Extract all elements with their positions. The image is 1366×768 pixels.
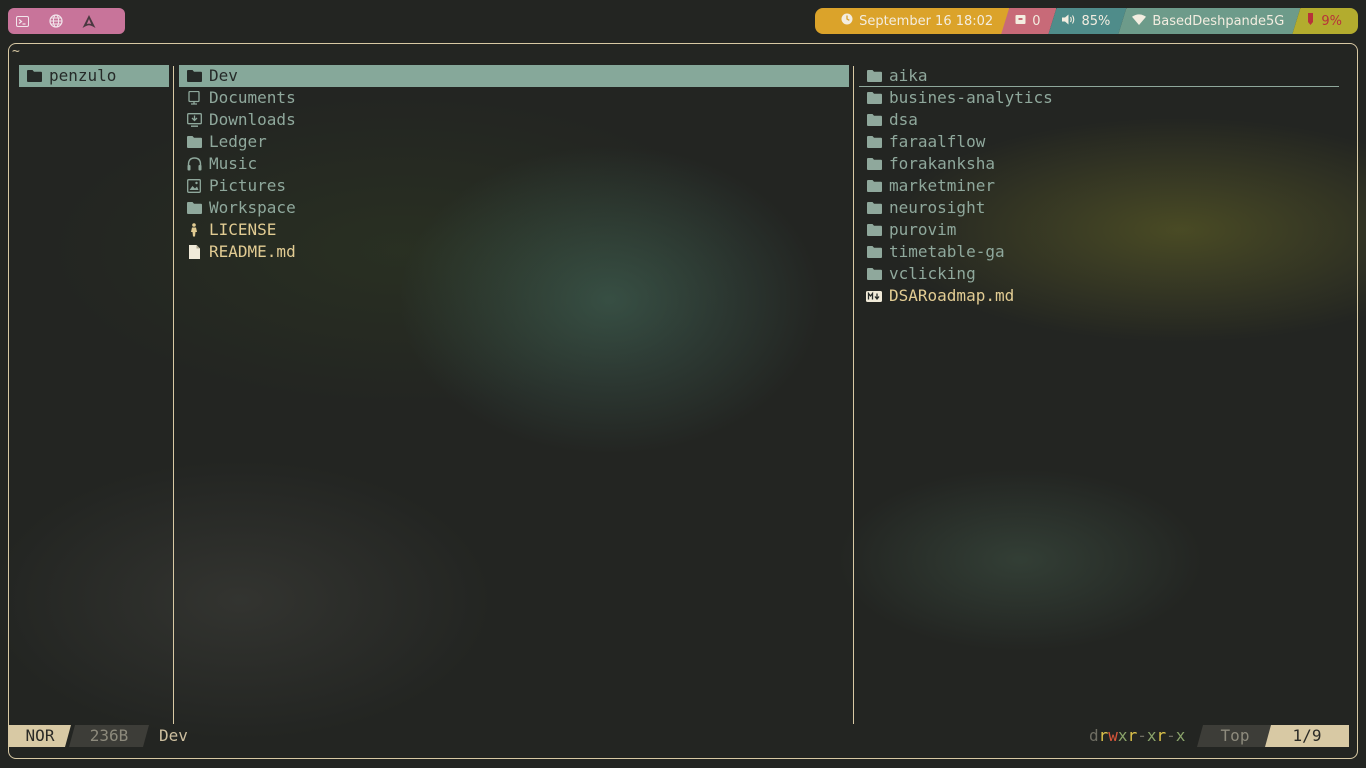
list-item[interactable]: faraalflow bbox=[859, 131, 1339, 153]
document-icon bbox=[179, 91, 209, 105]
file-icon bbox=[179, 245, 209, 259]
license-icon bbox=[179, 223, 209, 237]
item-label: timetable-ga bbox=[889, 242, 1005, 261]
folder-icon bbox=[859, 158, 889, 170]
folder-icon bbox=[859, 92, 889, 104]
list-item[interactable]: neurosight bbox=[859, 197, 1339, 219]
list-item[interactable]: dsa bbox=[859, 109, 1339, 131]
parent-pane: penzulo bbox=[19, 65, 169, 87]
list-item[interactable]: README.md bbox=[179, 241, 849, 263]
folder-icon bbox=[179, 202, 209, 214]
updates-module[interactable]: 0 bbox=[1001, 8, 1056, 34]
pane-divider-left bbox=[173, 66, 174, 724]
file-manager-window: ~ penzulo Dev Documents Downloads Ledger… bbox=[8, 43, 1358, 759]
item-label: forakanksha bbox=[889, 154, 995, 173]
item-label: penzulo bbox=[49, 66, 117, 85]
mode-indicator: NOR bbox=[9, 725, 71, 747]
battery-module[interactable]: 9% bbox=[1292, 8, 1358, 34]
globe-icon[interactable] bbox=[49, 8, 82, 34]
list-item[interactable]: purovim bbox=[859, 219, 1339, 241]
hovered-name: Dev bbox=[159, 726, 188, 745]
item-label: Ledger bbox=[209, 132, 267, 151]
item-label: faraalflow bbox=[889, 132, 986, 151]
headphones-icon bbox=[179, 157, 209, 171]
list-item[interactable]: Dev bbox=[179, 65, 849, 87]
list-item[interactable]: forakanksha bbox=[859, 153, 1339, 175]
list-item[interactable]: penzulo bbox=[19, 65, 169, 87]
volume-module[interactable]: 85% bbox=[1048, 8, 1126, 34]
folder-icon bbox=[859, 268, 889, 280]
item-label: aika bbox=[889, 65, 928, 85]
folder-icon bbox=[19, 70, 49, 82]
folder-icon bbox=[859, 136, 889, 148]
folder-icon bbox=[859, 246, 889, 258]
item-label: Downloads bbox=[209, 110, 296, 129]
status-line: NOR 236B Dev drwxr-xr-x Top 1/9 bbox=[9, 725, 1357, 747]
item-count: 1/9 bbox=[1265, 725, 1349, 747]
clock-icon bbox=[841, 13, 853, 29]
launcher-group bbox=[8, 8, 125, 34]
list-item[interactable]: LICENSE bbox=[179, 219, 849, 241]
item-label: Dev bbox=[209, 66, 238, 85]
battery-level: 9% bbox=[1321, 13, 1342, 29]
datetime-text: September 16 18:02 bbox=[859, 13, 994, 29]
folder-icon bbox=[859, 180, 889, 192]
list-item[interactable]: aika bbox=[859, 65, 1339, 87]
list-item[interactable]: Workspace bbox=[179, 197, 849, 219]
item-label: dsa bbox=[889, 110, 918, 129]
scroll-position: Top bbox=[1197, 725, 1273, 747]
folder-icon bbox=[859, 202, 889, 214]
list-item[interactable]: Documents bbox=[179, 87, 849, 109]
folder-icon bbox=[179, 136, 209, 148]
wifi-icon bbox=[1132, 14, 1146, 29]
folder-icon bbox=[179, 70, 209, 82]
pane-divider-right bbox=[853, 66, 854, 724]
item-label: Documents bbox=[209, 88, 296, 107]
top-bar: September 16 18:02 0 85% BasedDeshpande5… bbox=[0, 0, 1366, 43]
list-item[interactable]: vclicking bbox=[859, 263, 1339, 285]
wifi-ssid: BasedDeshpande5G bbox=[1152, 13, 1285, 29]
list-item[interactable]: marketminer bbox=[859, 175, 1339, 197]
download-icon bbox=[179, 113, 209, 127]
list-item[interactable]: Pictures bbox=[179, 175, 849, 197]
preview-pane: aika busines-analytics dsa faraalflow fo… bbox=[859, 65, 1339, 307]
arch-icon[interactable] bbox=[82, 8, 115, 34]
battery-icon bbox=[1306, 13, 1315, 29]
updates-count: 0 bbox=[1032, 13, 1041, 29]
volume-level: 85% bbox=[1081, 13, 1111, 29]
folder-icon bbox=[859, 114, 889, 126]
list-item[interactable]: busines-analytics bbox=[859, 87, 1339, 109]
wifi-module[interactable]: BasedDeshpande5G bbox=[1118, 8, 1300, 34]
status-modules: September 16 18:02 0 85% BasedDeshpande5… bbox=[815, 8, 1358, 34]
item-label: busines-analytics bbox=[889, 88, 1053, 107]
item-label: purovim bbox=[889, 220, 957, 239]
item-label: marketminer bbox=[889, 176, 995, 195]
list-item[interactable]: Downloads bbox=[179, 109, 849, 131]
list-item[interactable]: timetable-ga bbox=[859, 241, 1339, 263]
folder-icon bbox=[859, 224, 889, 236]
list-item[interactable]: DSARoadmap.md bbox=[859, 285, 1339, 307]
list-item[interactable]: Ledger bbox=[179, 131, 849, 153]
current-pane: Dev Documents Downloads Ledger Music Pic… bbox=[179, 65, 849, 263]
permissions: drwxr-xr-x bbox=[1089, 726, 1186, 745]
package-icon bbox=[1015, 14, 1026, 29]
item-label: Music bbox=[209, 154, 258, 173]
item-label: Pictures bbox=[209, 176, 287, 195]
item-label: Workspace bbox=[209, 198, 296, 217]
volume-icon bbox=[1062, 14, 1075, 29]
file-size: 236B bbox=[69, 725, 149, 747]
item-label: LICENSE bbox=[209, 220, 277, 239]
folder-icon bbox=[859, 69, 889, 82]
item-label: README.md bbox=[209, 242, 296, 261]
markdown-icon bbox=[859, 290, 889, 302]
item-label: vclicking bbox=[889, 264, 976, 283]
picture-icon bbox=[179, 179, 209, 193]
current-path: ~ bbox=[12, 44, 20, 59]
clock-module[interactable]: September 16 18:02 bbox=[815, 8, 1010, 34]
terminal-icon[interactable] bbox=[16, 8, 49, 34]
item-label: DSARoadmap.md bbox=[889, 286, 1015, 305]
list-item[interactable]: Music bbox=[179, 153, 849, 175]
item-label: neurosight bbox=[889, 198, 986, 217]
